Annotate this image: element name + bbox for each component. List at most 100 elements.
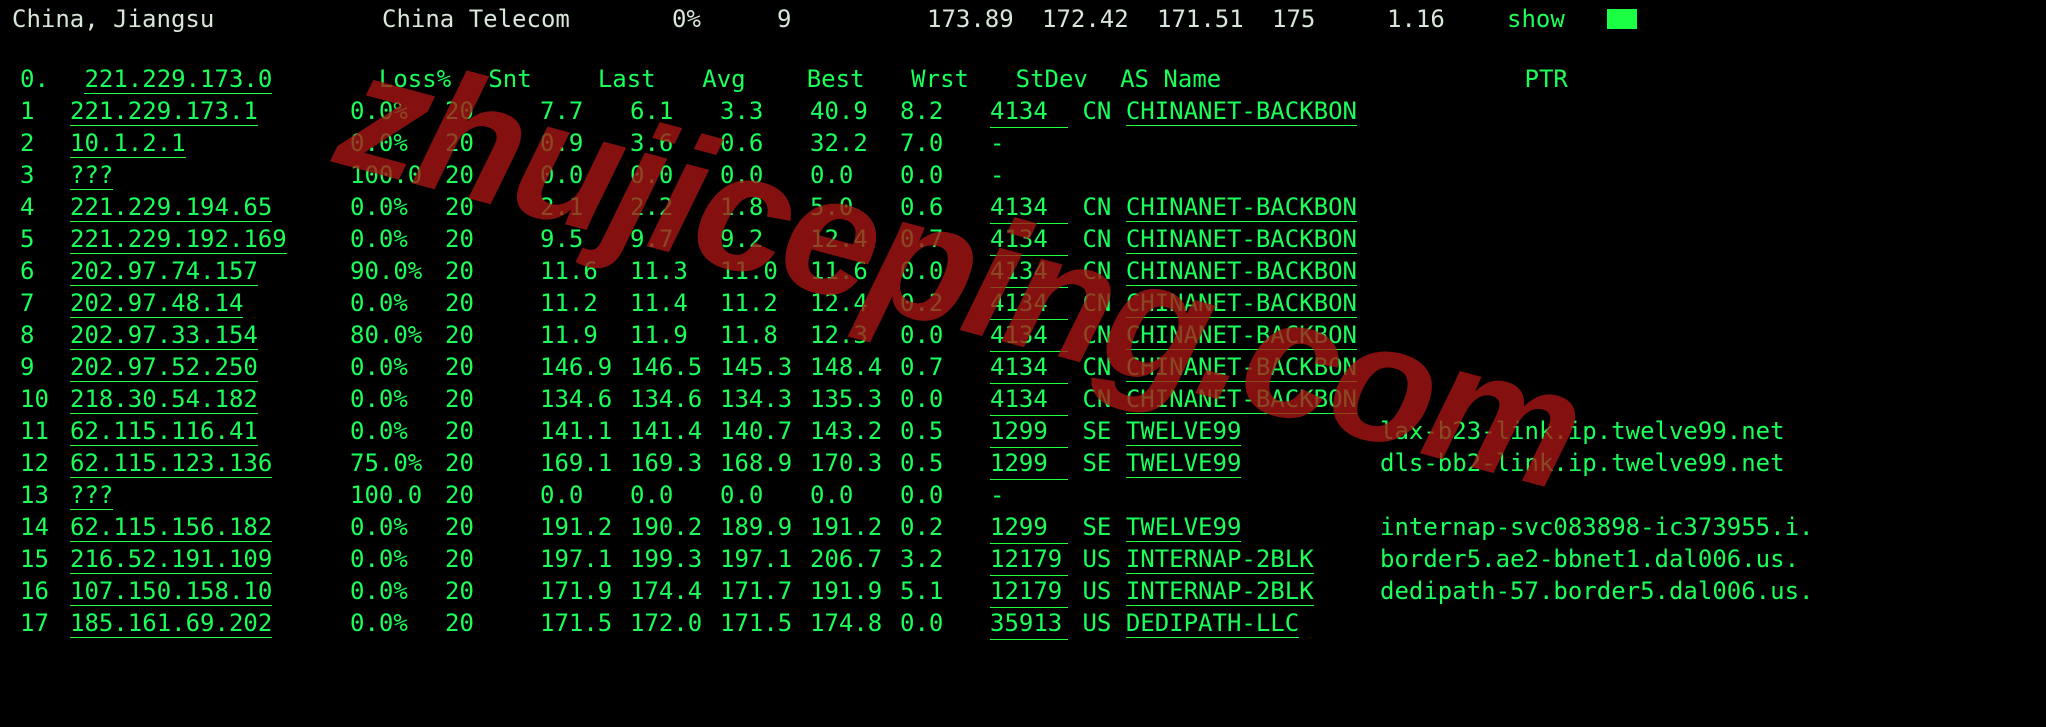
table-row: 13???100.0200.00.00.00.00.0-: [20, 479, 2046, 511]
hop-ip-link[interactable]: 221.229.173.1: [70, 97, 258, 126]
hop-asn-link[interactable]: 4134: [990, 255, 1068, 288]
hop-best: 134.3: [720, 383, 810, 415]
hop-ptr: border5.ae2-bbnet1.dal006.us.: [1380, 543, 1800, 575]
hop-number: 17: [20, 607, 70, 639]
hop-asn-link[interactable]: 4134: [990, 319, 1068, 352]
hop-number: 4: [20, 191, 70, 223]
hop-ip-link[interactable]: 202.97.52.250: [70, 353, 258, 382]
hop-wrst: 5.0: [810, 191, 900, 223]
hop-wrst: 174.8: [810, 607, 900, 639]
hop-number: 11: [20, 415, 70, 447]
hop-ip-link[interactable]: 185.161.69.202: [70, 609, 272, 638]
hop-loss: 0.0%: [350, 191, 445, 223]
hop-best: 145.3: [720, 351, 810, 383]
hop-asn-link[interactable]: 4134: [990, 191, 1068, 224]
hop-asn-link[interactable]: 4134: [990, 223, 1068, 256]
hop-ip-link[interactable]: 202.97.48.14: [70, 289, 243, 318]
hop-number: 3: [20, 159, 70, 191]
hop-asn-link[interactable]: 35913: [990, 607, 1068, 640]
hop-number: 5: [20, 223, 70, 255]
hop-avg: 172.0: [630, 607, 720, 639]
hop-stdev: 0.2: [900, 511, 990, 543]
hop-snt: 20: [445, 575, 540, 607]
hop-best: 11.8: [720, 319, 810, 351]
hop-number: 13: [20, 479, 70, 511]
hop-number: 15: [20, 543, 70, 575]
hop-cc: CN: [1082, 225, 1111, 253]
table-row: 9202.97.52.2500.0%20146.9146.5145.3148.4…: [20, 351, 2046, 383]
hop-ip-link[interactable]: 202.97.33.154: [70, 321, 258, 350]
hop-ip-link[interactable]: 221.229.194.65: [70, 193, 272, 222]
hop-loss: 0.0%: [350, 351, 445, 383]
header-wrst: Wrst: [911, 63, 1001, 95]
hop-asname-link[interactable]: CHINANET-BACKBON: [1126, 321, 1357, 350]
hop-loss: 0.0%: [350, 383, 445, 415]
hop-asname-link[interactable]: CHINANET-BACKBON: [1126, 353, 1357, 382]
table-row: 4221.229.194.650.0%202.12.21.85.00.64134…: [20, 191, 2046, 223]
hop-number: 2: [20, 127, 70, 159]
hop-asn-link[interactable]: 1299: [990, 511, 1068, 544]
hop-asname-link[interactable]: INTERNAP-2BLK: [1126, 577, 1314, 606]
hop-asname-link[interactable]: CHINANET-BACKBON: [1126, 257, 1357, 286]
header-best: Best: [807, 63, 897, 95]
hop-last: 141.1: [540, 415, 630, 447]
hop-stdev: 0.0: [900, 159, 990, 191]
table-header-row: 0. 221.229.173.0 Loss% Snt Last Avg Best…: [20, 63, 2046, 95]
header-hop: 0.: [20, 63, 70, 95]
hop-ip-link[interactable]: 10.1.2.1: [70, 129, 186, 158]
hop-ip-link[interactable]: 216.52.191.109: [70, 545, 272, 574]
hop-asn-link[interactable]: 12179: [990, 543, 1068, 576]
hop-number: 12: [20, 447, 70, 479]
hop-asn-link[interactable]: 1299: [990, 415, 1068, 448]
hop-last: 11.9: [540, 319, 630, 351]
hop-asn-link[interactable]: 4134: [990, 351, 1068, 384]
hop-snt: 20: [445, 543, 540, 575]
hop-asname-link[interactable]: CHINANET-BACKBON: [1126, 225, 1357, 254]
hop-ip-link[interactable]: 107.150.158.10: [70, 577, 272, 606]
table-row: 6202.97.74.15790.0%2011.611.311.011.60.0…: [20, 255, 2046, 287]
hop-asname-link[interactable]: CHINANET-BACKBON: [1126, 289, 1357, 318]
hop-last: 171.5: [540, 607, 630, 639]
hop-asname-link[interactable]: CHINANET-BACKBON: [1126, 385, 1357, 414]
hop-asname-link[interactable]: TWELVE99: [1126, 449, 1242, 478]
hop-number: 10: [20, 383, 70, 415]
header-asname: AS Name: [1120, 63, 1510, 95]
hop-ip-link[interactable]: 218.30.54.182: [70, 385, 258, 414]
hop-ip-link[interactable]: ???: [70, 161, 113, 190]
hop-asn-link[interactable]: 1299: [990, 447, 1068, 480]
hop-ip-link[interactable]: 221.229.192.169: [70, 225, 287, 254]
hop-ip-link[interactable]: 62.115.156.182: [70, 513, 272, 542]
hop-asn-link[interactable]: 4134: [990, 383, 1068, 416]
hop-asname-link[interactable]: DEDIPATH-LLC: [1126, 609, 1299, 638]
show-link[interactable]: show: [1507, 3, 1577, 35]
hop-avg: 11.4: [630, 287, 720, 319]
hop-stdev: 0.0: [900, 479, 990, 511]
hop-number: 16: [20, 575, 70, 607]
hop-asn-link[interactable]: 4134: [990, 287, 1068, 320]
hop-best: 3.3: [720, 95, 810, 127]
hop-asname-link[interactable]: TWELVE99: [1126, 417, 1242, 446]
hop-wrst: 148.4: [810, 351, 900, 383]
hop-best: 0.0: [720, 159, 810, 191]
hop-best: 171.5: [720, 607, 810, 639]
hop-cc: CN: [1082, 97, 1111, 125]
hop-loss: 90.0%: [350, 255, 445, 287]
hop-ip-link[interactable]: 62.115.116.41: [70, 417, 258, 446]
hop-avg: 0.0: [630, 479, 720, 511]
hop-asname-link[interactable]: TWELVE99: [1126, 513, 1242, 542]
summary-last: 173.89: [927, 3, 1042, 35]
hop-ip-link[interactable]: 202.97.74.157: [70, 257, 258, 286]
hop-asn-link[interactable]: 4134: [990, 95, 1068, 128]
hop-avg: 174.4: [630, 575, 720, 607]
hop-as: 4134 CN CHINANET-BACKBON: [990, 351, 1380, 384]
hop-snt: 20: [445, 127, 540, 159]
hop-ip-link[interactable]: 62.115.123.136: [70, 449, 272, 478]
table-row: 17185.161.69.2020.0%20171.5172.0171.5174…: [20, 607, 2046, 639]
hop-asname-link[interactable]: INTERNAP-2BLK: [1126, 545, 1314, 574]
hop-asname-link[interactable]: CHINANET-BACKBON: [1126, 97, 1357, 126]
hop-asn-link[interactable]: 12179: [990, 575, 1068, 608]
header-ip[interactable]: 221.229.173.0: [84, 65, 272, 94]
hop-ip-link[interactable]: ???: [70, 481, 113, 510]
hop-ptr: lax-b23-link.ip.twelve99.net: [1380, 415, 1800, 447]
hop-asname-link[interactable]: CHINANET-BACKBON: [1126, 193, 1357, 222]
